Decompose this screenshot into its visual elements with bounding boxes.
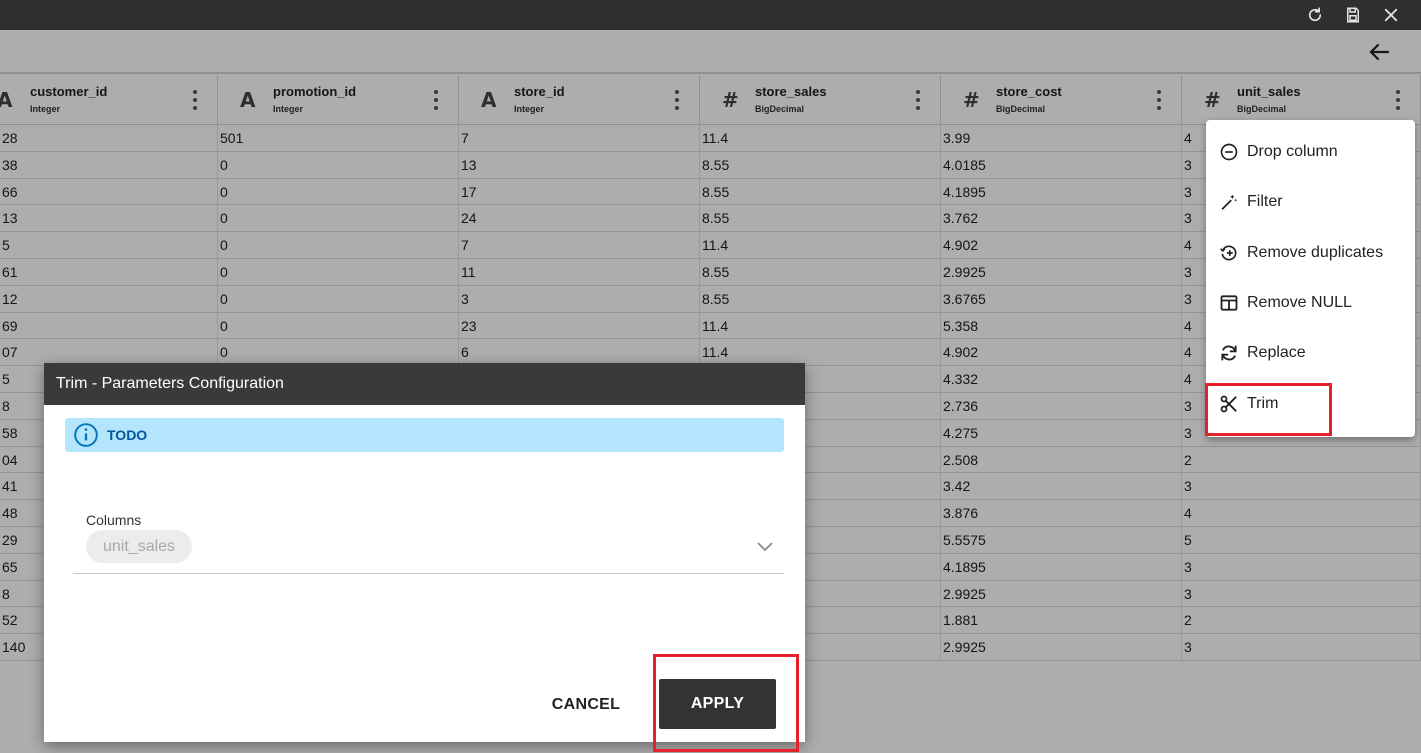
info-icon	[73, 422, 99, 448]
menu-item-label: Drop column	[1247, 143, 1338, 160]
selected-column-chip[interactable]: unit_sales	[86, 530, 193, 563]
menu-item-drop-column[interactable]: Drop column	[1206, 127, 1415, 177]
close-icon[interactable]	[1376, 0, 1406, 30]
apply-highlight-box	[653, 654, 799, 752]
cancel-button[interactable]: CANCEL	[538, 681, 634, 729]
menu-item-remove-null[interactable]: Remove NULL	[1206, 278, 1415, 328]
menu-item-filter[interactable]: Filter	[1206, 177, 1415, 227]
refresh-icon	[1218, 342, 1240, 364]
minus-circle-icon	[1218, 141, 1240, 163]
magic-wand-icon	[1218, 191, 1240, 213]
plus-circle-arrow-icon	[1218, 242, 1240, 264]
chevron-down-icon[interactable]	[753, 539, 777, 555]
table-columns-icon	[1218, 292, 1240, 314]
info-banner: TODO	[65, 418, 784, 452]
info-text: TODO	[107, 427, 148, 443]
menu-item-replace[interactable]: Replace	[1206, 328, 1415, 378]
columns-select-underline	[73, 573, 784, 574]
refresh-icon[interactable]	[1300, 0, 1330, 30]
menu-item-label: Filter	[1247, 193, 1283, 210]
menu-item-label: Replace	[1247, 344, 1306, 361]
menu-item-remove-duplicates[interactable]: Remove duplicates	[1206, 228, 1415, 278]
menu-item-label: Remove NULL	[1247, 294, 1352, 311]
columns-field-label: Columns	[86, 512, 142, 528]
trim-highlight-box	[1205, 383, 1332, 436]
dialog-title: Trim - Parameters Configuration	[44, 363, 805, 405]
window-titlebar	[0, 0, 1421, 30]
save-icon[interactable]	[1338, 0, 1368, 30]
menu-item-label: Remove duplicates	[1247, 244, 1384, 261]
